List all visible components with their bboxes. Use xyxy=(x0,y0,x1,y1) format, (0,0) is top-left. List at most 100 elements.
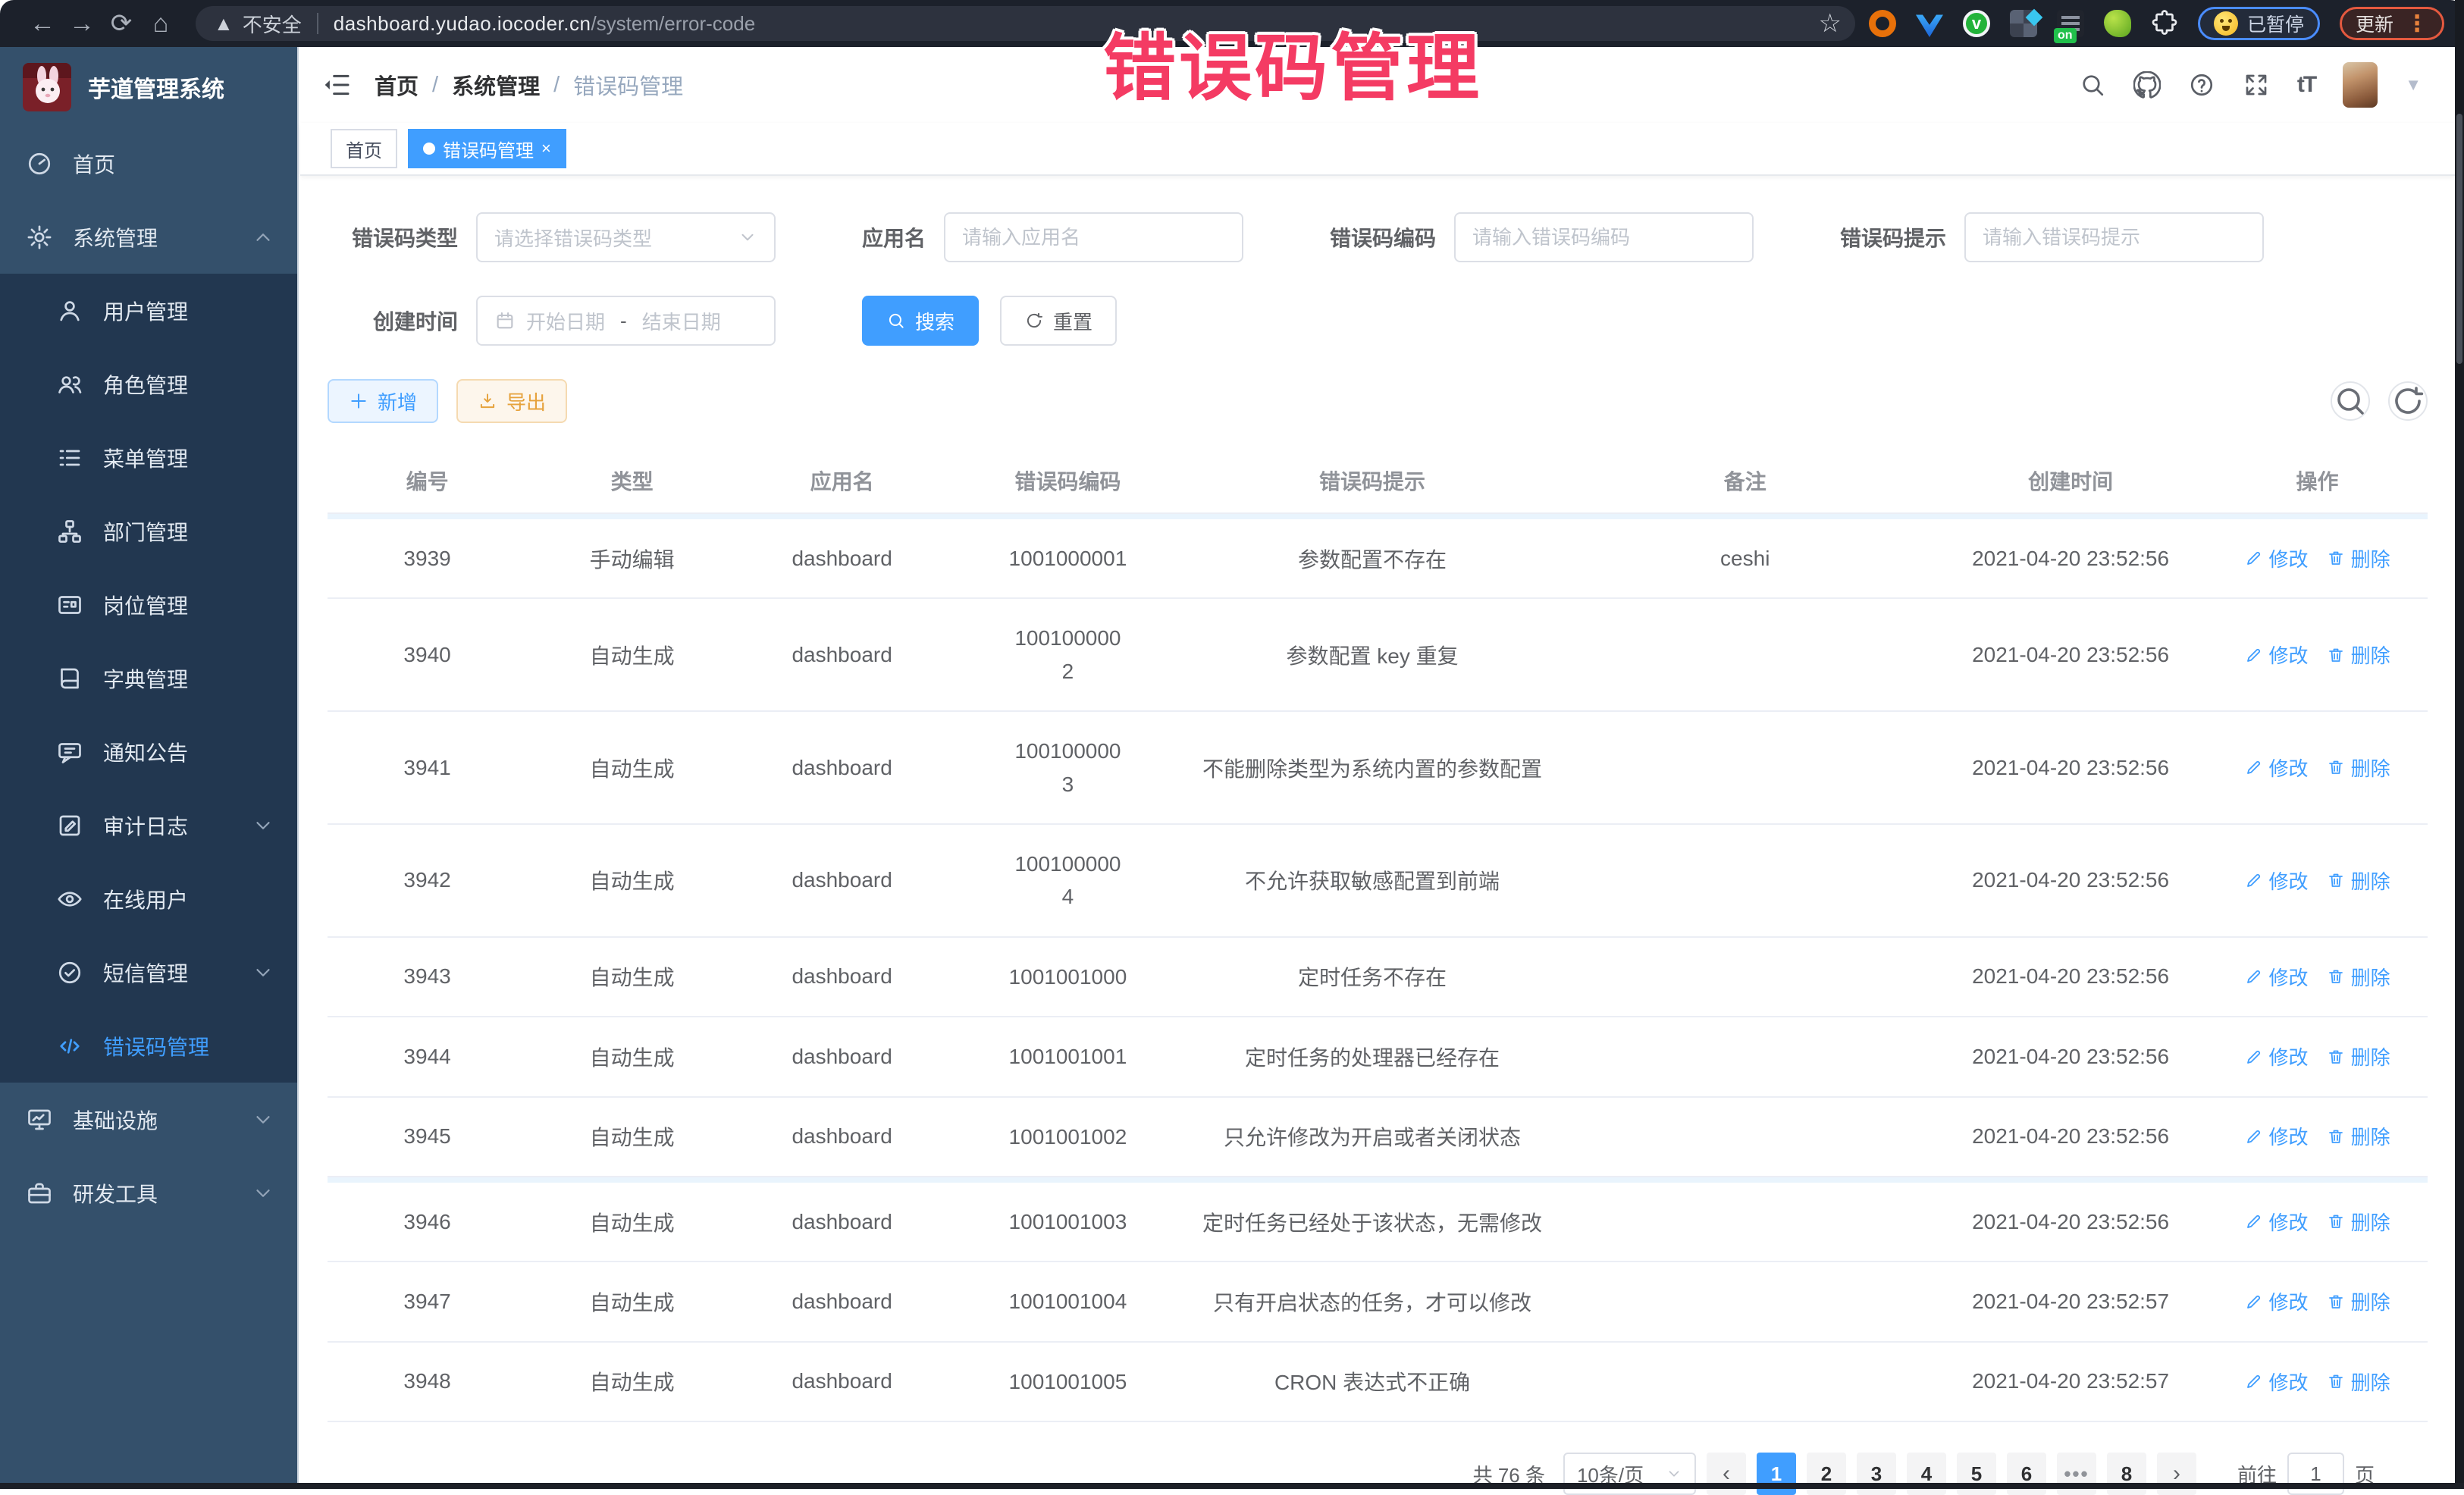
browser-reload-icon[interactable]: ⟳ xyxy=(102,8,141,39)
cell-app: dashboard xyxy=(737,598,947,711)
sidebar-item-基础设施[interactable]: 基础设施 xyxy=(0,1083,297,1156)
delete-link[interactable]: 删除 xyxy=(2327,963,2390,991)
trash-icon xyxy=(2327,646,2345,664)
extension-key-icon[interactable] xyxy=(2104,10,2131,37)
refresh-table-button[interactable] xyxy=(2388,381,2428,421)
github-icon[interactable] xyxy=(2133,71,2161,99)
font-size-icon[interactable]: tT xyxy=(2297,72,2315,98)
error-hint-input[interactable] xyxy=(1964,212,2264,262)
edit-link[interactable]: 修改 xyxy=(2245,867,2309,895)
breadcrumb-system[interactable]: 系统管理 xyxy=(452,69,540,101)
edit-link[interactable]: 修改 xyxy=(2245,544,2309,572)
delete-link[interactable]: 删除 xyxy=(2327,754,2390,782)
toggle-search-button[interactable] xyxy=(2331,381,2370,421)
export-button[interactable]: 导出 xyxy=(456,379,567,423)
sidebar-item-用户管理[interactable]: 用户管理 xyxy=(0,274,297,347)
edit-link[interactable]: 修改 xyxy=(2245,1208,2309,1236)
reset-button[interactable]: 重置 xyxy=(1000,296,1117,346)
extension-grid-icon[interactable] xyxy=(2010,10,2037,37)
delete-link[interactable]: 删除 xyxy=(2327,1042,2390,1070)
search-icon[interactable] xyxy=(2079,71,2106,99)
breadcrumb-separator: / xyxy=(553,73,560,98)
browser-update-button[interactable]: 更新 ⋮ xyxy=(2340,7,2444,40)
error-hint-field[interactable] xyxy=(1983,226,2246,249)
column-header-hint: 错误码提示 xyxy=(1189,449,1556,513)
tag-error-code[interactable]: 错误码管理 × xyxy=(408,129,566,168)
sidebar-item-审计日志[interactable]: 审计日志 xyxy=(0,788,297,862)
delete-link[interactable]: 删除 xyxy=(2327,867,2390,895)
error-type-select[interactable]: 请选择错误码类型 xyxy=(476,212,776,262)
app-name-field[interactable] xyxy=(962,226,1225,249)
cell-hint: 定时任务已经处于该状态，无需修改 xyxy=(1189,1183,1556,1262)
delete-link[interactable]: 删除 xyxy=(2327,1287,2390,1315)
error-code-input[interactable] xyxy=(1454,212,1754,262)
sidebar-item-错误码管理[interactable]: 错误码管理 xyxy=(0,1009,297,1083)
extension-orange-icon[interactable] xyxy=(1869,10,1896,37)
cell-hint: 只有开启状态的任务，才可以修改 xyxy=(1189,1262,1556,1341)
bookmark-star-icon[interactable]: ☆ xyxy=(1818,8,1841,39)
column-header-remark: 备注 xyxy=(1556,449,1934,513)
cell-time: 2021-04-20 23:52:56 xyxy=(1934,1183,2207,1262)
sidebar-collapse-icon[interactable] xyxy=(321,70,352,100)
delete-link[interactable]: 删除 xyxy=(2327,1122,2390,1150)
extension-vue-devtools-icon[interactable] xyxy=(1916,10,1943,37)
sidebar-item-系统管理[interactable]: 系统管理 xyxy=(0,200,297,274)
extension-green-icon[interactable]: v xyxy=(1963,10,1990,37)
search-button[interactable]: 搜索 xyxy=(862,296,979,346)
edit-link[interactable]: 修改 xyxy=(2245,963,2309,991)
cell-operations: 修改删除 xyxy=(2207,937,2428,1017)
browser-address-bar[interactable]: ▲︎ 不安全 dashboard.yudao.iocoder.cn/system… xyxy=(196,6,1855,41)
sidebar-item-首页[interactable]: 首页 xyxy=(0,127,297,200)
date-range-picker[interactable]: 开始日期 - 结束日期 xyxy=(476,296,776,346)
filter-row-1: 错误码类型 请选择错误码类型 应用名 错误码编码 错误码提示 xyxy=(328,212,2428,262)
sidebar-item-短信管理[interactable]: 短信管理 xyxy=(0,936,297,1009)
browser-scrollbar[interactable] xyxy=(2455,0,2464,1489)
delete-link[interactable]: 删除 xyxy=(2327,1368,2390,1396)
extension-list-icon[interactable]: on xyxy=(2057,10,2084,37)
edit-link[interactable]: 修改 xyxy=(2245,1042,2309,1070)
sidebar-item-岗位管理[interactable]: 岗位管理 xyxy=(0,568,297,641)
help-icon[interactable] xyxy=(2188,71,2215,99)
cell-code: 1001001001 xyxy=(947,1017,1189,1096)
sidebar-logo-row[interactable]: 芋道管理系统 xyxy=(0,47,297,127)
user-menu-caret-icon[interactable]: ▼ xyxy=(2405,75,2422,95)
sidebar-item-部门管理[interactable]: 部门管理 xyxy=(0,494,297,568)
fullscreen-icon[interactable] xyxy=(2243,71,2270,99)
start-date-placeholder: 开始日期 xyxy=(526,307,605,335)
cell-time: 2021-04-20 23:52:56 xyxy=(1934,711,2207,824)
cell-hint: 参数配置不存在 xyxy=(1189,519,1556,598)
scrollbar-thumb[interactable] xyxy=(2456,114,2462,364)
browser-back-icon[interactable]: ← xyxy=(23,9,62,39)
table-toolbar: 新增 导出 xyxy=(328,379,2428,423)
sidebar-item-字典管理[interactable]: 字典管理 xyxy=(0,641,297,715)
tag-home[interactable]: 首页 xyxy=(331,129,397,168)
error-code-field[interactable] xyxy=(1472,226,1735,249)
edit-link[interactable]: 修改 xyxy=(2245,1368,2309,1396)
delete-link[interactable]: 删除 xyxy=(2327,1208,2390,1236)
edit-link[interactable]: 修改 xyxy=(2245,1287,2309,1315)
breadcrumb-home[interactable]: 首页 xyxy=(375,69,419,101)
sidebar-item-在线用户[interactable]: 在线用户 xyxy=(0,862,297,936)
sidebar-item-研发工具[interactable]: 研发工具 xyxy=(0,1156,297,1230)
edit-link[interactable]: 修改 xyxy=(2245,641,2309,669)
delete-link[interactable]: 删除 xyxy=(2327,641,2390,669)
delete-link[interactable]: 删除 xyxy=(2327,544,2390,572)
sidebar-item-角色管理[interactable]: 角色管理 xyxy=(0,347,297,421)
cell-app: dashboard xyxy=(737,1017,947,1096)
online-icon xyxy=(56,885,83,913)
browser-home-icon[interactable]: ⌂ xyxy=(141,9,180,39)
edit-link[interactable]: 修改 xyxy=(2245,1122,2309,1150)
add-button[interactable]: 新增 xyxy=(328,379,438,423)
user-avatar[interactable] xyxy=(2343,62,2378,108)
pen-icon xyxy=(2245,1372,2263,1390)
sidebar-item-通知公告[interactable]: 通知公告 xyxy=(0,715,297,788)
breadcrumb-current: 错误码管理 xyxy=(573,69,683,101)
tag-close-icon[interactable]: × xyxy=(541,139,551,158)
sidebar-item-菜单管理[interactable]: 菜单管理 xyxy=(0,421,297,494)
app-name-input[interactable] xyxy=(944,212,1243,262)
extensions-puzzle-icon[interactable] xyxy=(2151,10,2178,37)
browser-menu-kebab-icon[interactable]: ⋮ xyxy=(2406,11,2428,37)
edit-link[interactable]: 修改 xyxy=(2245,754,2309,782)
browser-forward-icon[interactable]: → xyxy=(62,9,102,39)
profile-paused-badge[interactable]: 已暂停 xyxy=(2198,7,2320,40)
